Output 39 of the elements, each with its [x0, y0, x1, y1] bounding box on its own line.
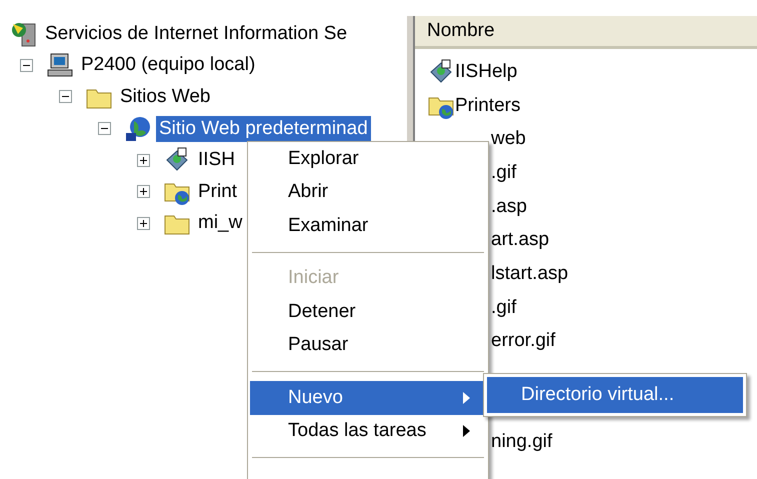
list-item[interactable]: lstart.asp: [491, 262, 568, 285]
tree-item[interactable]: IISH: [195, 147, 238, 174]
list-item[interactable]: art.asp: [491, 229, 550, 252]
tree-item[interactable]: P2400 (equipo local): [78, 52, 258, 78]
list-item[interactable]: ning.gif: [491, 431, 552, 454]
tree-item[interactable]: Sitio Web predeterminad: [156, 116, 371, 142]
collapse-button[interactable]: [59, 90, 72, 104]
expand-button[interactable]: [137, 154, 150, 167]
list-item[interactable]: web: [491, 128, 526, 150]
tree-item[interactable]: Sitios Web: [117, 84, 214, 110]
tree-item[interactable]: Print: [195, 178, 240, 205]
menu-item[interactable]: Directorio virtual...: [487, 377, 743, 413]
column-header[interactable]: Nombre: [415, 16, 757, 49]
list-item[interactable]: IISHelp: [455, 60, 518, 83]
menu-item[interactable]: Examinar: [250, 209, 486, 242]
submenu-arrow-icon: [463, 392, 470, 404]
computer-icon: [46, 51, 74, 80]
list-item[interactable]: .asp: [491, 196, 527, 218]
list-item[interactable]: .gif: [491, 296, 516, 319]
menu-item[interactable]: Nuevo: [250, 381, 486, 414]
submenu-arrow-icon: [463, 425, 470, 438]
plus-icon: [140, 156, 147, 164]
collapse-button[interactable]: [98, 122, 111, 136]
tree-item[interactable]: mi_w: [195, 210, 246, 236]
menu-item[interactable]: Explorar: [250, 142, 486, 176]
expand-button[interactable]: [137, 216, 150, 230]
menu-item[interactable]: Todas las tareas: [250, 414, 486, 448]
list-item[interactable]: error.gif: [491, 330, 556, 352]
expand-button[interactable]: [137, 185, 150, 198]
menu-item[interactable]: Pausar: [250, 328, 486, 362]
plus-icon: [140, 188, 147, 196]
globe-icon: [124, 114, 152, 143]
collapse-button[interactable]: [20, 58, 33, 72]
plus-icon: [140, 220, 147, 227]
list-item[interactable]: Printers: [455, 94, 520, 117]
list-item[interactable]: .gif: [491, 162, 516, 184]
menu-item[interactable]: Detener: [250, 295, 486, 328]
tree-item[interactable]: Servicios de Internet Information Se: [42, 20, 350, 47]
menu-item[interactable]: Abrir: [250, 176, 486, 209]
